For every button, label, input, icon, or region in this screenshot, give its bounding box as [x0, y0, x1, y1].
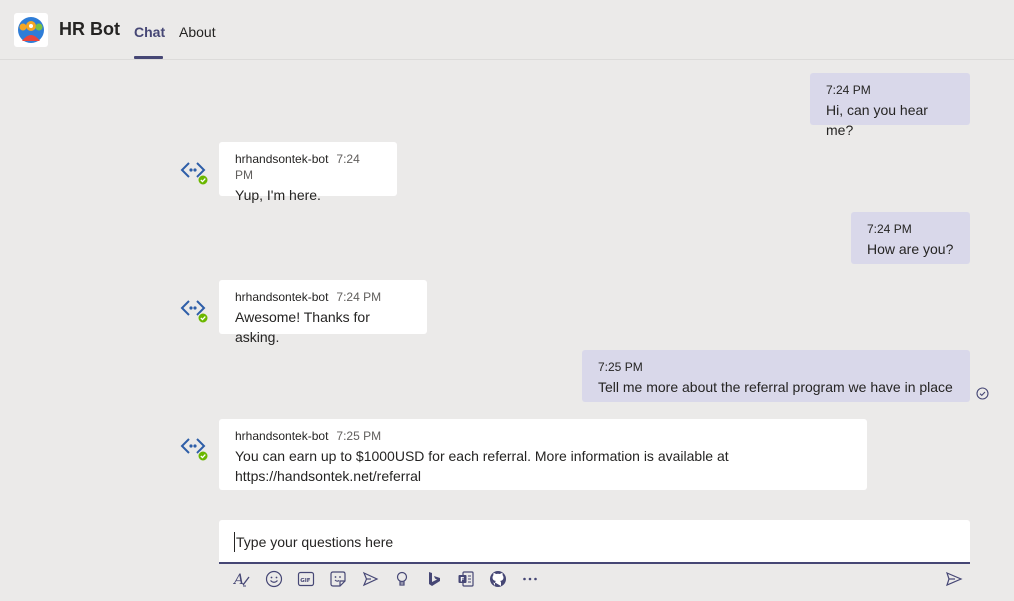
message-text: Awesome! Thanks for asking. [235, 309, 370, 345]
user-message: 7:24 PM Hi, can you hear me? [810, 73, 970, 138]
message-text: Hi, can you hear me? [826, 102, 928, 138]
message-sender: hrhandsontek-bot [235, 290, 329, 304]
app-title: HR Bot [59, 19, 120, 39]
message-time: 7:25 PM [598, 360, 643, 374]
forms-icon[interactable]: F [455, 568, 477, 590]
praise-icon[interactable] [391, 568, 413, 590]
user-message: 7:24 PM How are you? [851, 212, 970, 264]
svg-text:F: F [460, 576, 464, 583]
bot-message: hrhandsontek-bot 7:25 PM You can earn up … [219, 419, 867, 490]
bot-avatar-icon [179, 432, 209, 462]
bot-message: hrhandsontek-bot 7:24 PM Yup, I'm here. [219, 142, 397, 203]
message-text: Tell me more about the referral program … [598, 379, 953, 395]
sticker-icon[interactable] [327, 568, 349, 590]
compose-box[interactable] [219, 520, 970, 564]
gif-icon[interactable]: GIF [295, 568, 317, 590]
user-message: 7:25 PM Tell me more about the referral … [582, 350, 970, 402]
bot-avatar-icon [179, 156, 209, 186]
message-text: Yup, I'm here. [235, 187, 321, 203]
message-sender: hrhandsontek-bot [235, 429, 329, 443]
meet-icon[interactable] [359, 568, 381, 590]
message-time: 7:25 PM [336, 429, 382, 443]
send-icon[interactable] [943, 568, 965, 590]
active-tab-indicator [134, 56, 163, 59]
read-receipt-icon [976, 387, 989, 400]
message-input[interactable] [234, 532, 934, 552]
app-header: HR Bot Chat About [0, 0, 1014, 60]
message-time: 7:24 PM [867, 222, 912, 236]
more-icon[interactable] [519, 568, 541, 590]
bot-avatar-icon [179, 294, 209, 324]
svg-text:GIF: GIF [300, 578, 311, 584]
svg-text:A: A [233, 572, 244, 588]
message-text: How are you? [867, 241, 954, 257]
tab-chat[interactable]: Chat [134, 24, 165, 40]
hr-bot-logo-icon [14, 13, 48, 47]
tab-about[interactable]: About [179, 24, 216, 40]
format-icon[interactable]: A [231, 568, 253, 590]
message-sender: hrhandsontek-bot [235, 152, 329, 166]
message-time: 7:24 PM [336, 290, 382, 304]
message-text: You can earn up to $1000USD for each ref… [235, 448, 729, 484]
emoji-icon[interactable] [263, 568, 285, 590]
github-icon[interactable] [487, 568, 509, 590]
compose-toolbar: A GIF F [219, 568, 970, 590]
bot-message: hrhandsontek-bot 7:24 PM Awesome! Thanks … [219, 280, 427, 345]
message-time: 7:24 PM [826, 83, 871, 97]
bing-icon[interactable] [423, 568, 445, 590]
